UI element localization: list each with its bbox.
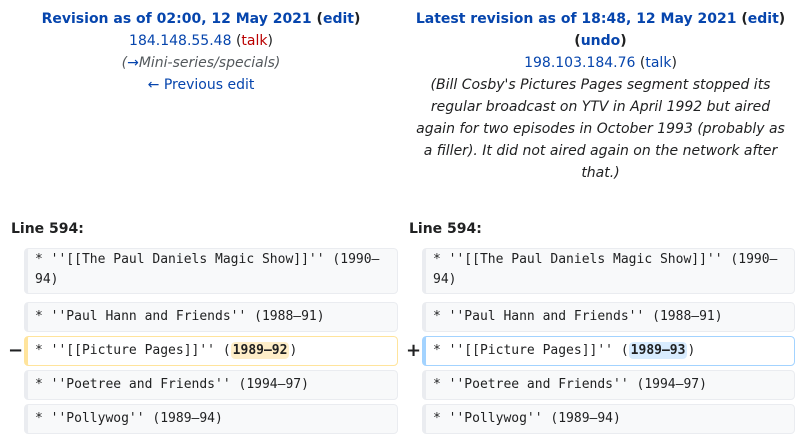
- section-arrow-link[interactable]: →: [127, 55, 139, 71]
- line-number-right: Line 594:: [409, 221, 482, 237]
- deleted-line-prefix: * ''[[Picture Pages]]'' (: [35, 343, 231, 358]
- diff-context-line-old: * ''Pollywog'' (1989–94): [24, 404, 398, 434]
- new-revision-user-line: 198.103.184.76 (talk): [402, 52, 799, 74]
- new-revision-user-link[interactable]: 198.103.184.76: [524, 55, 635, 71]
- deleted-line-marker: −: [8, 340, 24, 361]
- paren-close: ): [778, 11, 786, 27]
- added-line-prefix: * ''[[Picture Pages]]'' (: [433, 343, 629, 358]
- undo-link[interactable]: undo: [581, 33, 621, 49]
- diff-context-line-old: * ''[[The Paul Daniels Magic Show]]'' (1…: [24, 248, 398, 294]
- diff-context-line-new: * ''Paul Hann and Friends'' (1988–91): [422, 302, 795, 332]
- old-revision-user-link[interactable]: 184.148.55.48: [129, 33, 231, 49]
- old-revision-talk-link[interactable]: talk: [241, 33, 267, 49]
- new-revision-link[interactable]: Latest revision as of 18:48, 12 May 2021: [416, 11, 737, 27]
- edit-summary-text: Bill Cosby's Pictures Pages segment stop…: [416, 77, 785, 181]
- old-revision-edit-summary: (→Mini-series/specials): [0, 52, 402, 74]
- paren-close: ): [267, 33, 273, 49]
- paren-close: ): [620, 33, 627, 49]
- diff-context-line-new: * ''Pollywog'' (1989–94): [422, 404, 795, 434]
- paren-close: ): [671, 55, 677, 71]
- paren-close: ): [274, 55, 281, 71]
- diff-added-line: * ''[[Picture Pages]]'' (1989–93): [422, 336, 795, 366]
- old-revision-header: Revision as of 02:00, 12 May 2021 (edit)…: [0, 8, 402, 96]
- line-number-left: Line 594:: [11, 221, 84, 237]
- old-revision-user-line: 184.148.55.48 (talk): [0, 30, 402, 52]
- deleted-line-suffix: ): [289, 343, 298, 358]
- added-line-suffix: ): [687, 343, 696, 358]
- added-line-marker: +: [406, 340, 422, 361]
- previous-edit-link[interactable]: ← Previous edit: [148, 77, 255, 93]
- old-revision-title-line: Revision as of 02:00, 12 May 2021 (edit): [0, 8, 402, 30]
- diff-deleted-line: * ''[[Picture Pages]]'' (1989–92): [24, 336, 398, 366]
- section-name: Mini-series/specials: [138, 55, 275, 71]
- paren-close: ): [353, 11, 361, 27]
- diff-context-line-new: * ''Poetree and Friends'' (1994–97): [422, 370, 795, 400]
- deleted-change-highlight: 1989–92: [230, 342, 290, 359]
- paren-close: ): [614, 165, 620, 181]
- old-revision-edit-link[interactable]: edit: [323, 11, 354, 27]
- new-revision-talk-link[interactable]: talk: [645, 55, 671, 71]
- added-change-highlight: 1989–93: [628, 342, 688, 359]
- new-revision-title-line: Latest revision as of 18:48, 12 May 2021…: [402, 8, 799, 52]
- new-revision-edit-summary: (Bill Cosby's Pictures Pages segment sto…: [415, 74, 787, 184]
- diff-context-line-old: * ''Poetree and Friends'' (1994–97): [24, 370, 398, 400]
- new-revision-header: Latest revision as of 18:48, 12 May 2021…: [402, 8, 799, 184]
- old-revision-link[interactable]: Revision as of 02:00, 12 May 2021: [42, 11, 312, 27]
- diff-context-line-old: * ''Paul Hann and Friends'' (1988–91): [24, 302, 398, 332]
- new-revision-edit-link[interactable]: edit: [748, 11, 779, 27]
- diff-context-line-new: * ''[[The Paul Daniels Magic Show]]'' (1…: [422, 248, 795, 294]
